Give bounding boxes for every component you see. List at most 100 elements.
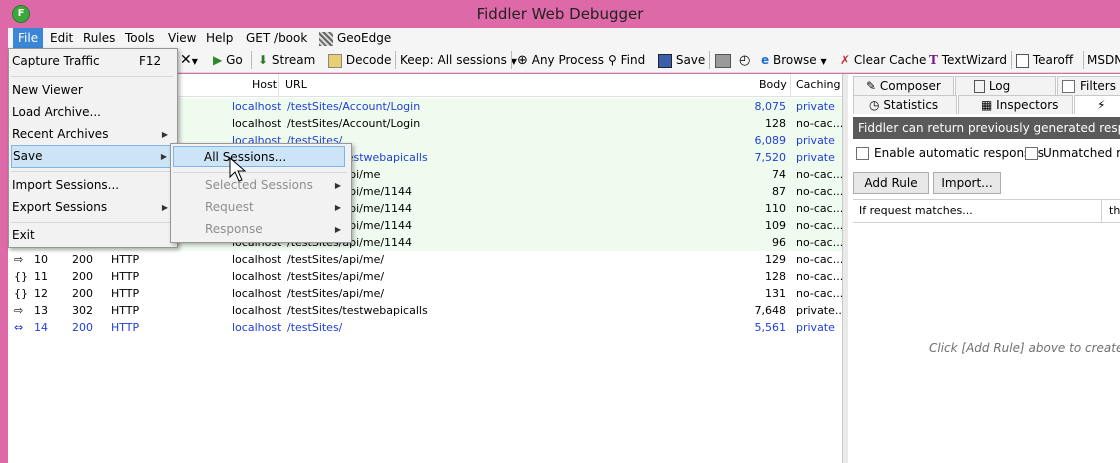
tab-log[interactable]: Log — [955, 76, 1056, 95]
find-button[interactable]: ⚲ Find — [608, 51, 645, 69]
cell-body: 109 — [765, 219, 786, 232]
inspectors-icon: ▦ — [981, 98, 993, 112]
menu-item-save[interactable]: Save ▶ — [11, 145, 174, 168]
tab-autoresponder[interactable]: ⚡ — [1074, 95, 1120, 114]
menu-separator — [11, 76, 173, 77]
submenu-arrow-icon: ▶ — [334, 225, 341, 234]
remove-button[interactable]: ✕▼ — [180, 51, 198, 69]
tab-statistics[interactable]: ◷ Statistics — [853, 95, 957, 114]
menu-geoedge[interactable]: GeoEdge — [314, 28, 396, 48]
floppy-disk-icon — [658, 53, 672, 68]
save-button[interactable]: Save — [658, 51, 705, 69]
any-process-button[interactable]: ⊕ Any Process — [517, 51, 604, 69]
menu-item-response[interactable]: Response ▶ — [173, 219, 347, 240]
unmatched-label: Unmatched requ — [1043, 146, 1120, 160]
menu-separator — [173, 172, 347, 173]
menu-item-new-viewer[interactable]: New Viewer — [11, 80, 174, 101]
cell-caching: no-cac... — [796, 236, 842, 249]
menu-tools[interactable]: Tools — [120, 28, 160, 48]
import-button[interactable]: Import... — [933, 172, 1001, 194]
menu-item-request[interactable]: Request ▶ — [173, 197, 347, 218]
table-row[interactable]: {} 11 200 HTTP localhost/testSites/api/me/12… — [8, 268, 842, 285]
filters-checkbox-icon — [1062, 80, 1075, 93]
column-header-body[interactable]: Body — [759, 74, 787, 96]
table-row[interactable]: {} 12 200 HTTP localhost/testSites/api/me/13… — [8, 285, 842, 302]
menu-get-book[interactable]: GET /book — [241, 28, 312, 48]
cell-url: /testSites/testwebapicalls — [287, 304, 428, 317]
textwizard-button[interactable]: T TextWizard — [929, 51, 1007, 69]
clock-icon: ◴ — [739, 53, 751, 68]
go-button[interactable]: ▶ Go — [213, 51, 243, 69]
menu-item-all-sessions[interactable]: All Sessions... — [173, 146, 345, 167]
cell-url: /testSites/api/me/1144 — [287, 234, 747, 251]
clear-cache-icon: ✗ — [840, 53, 851, 67]
menu-item-import-sessions[interactable]: Import Sessions... — [11, 175, 174, 196]
cell-protocol: HTTP — [111, 287, 140, 300]
keep-dropdown[interactable]: Keep: All sessions ▼ — [400, 51, 517, 69]
enable-automatic-responses-checkbox[interactable]: Enable automatic responses — [856, 146, 1044, 160]
cell-body: 5,561 — [754, 321, 787, 334]
decode-button[interactable]: Decode — [328, 51, 391, 69]
cell-host: localhost — [232, 287, 282, 300]
column-divider — [278, 74, 279, 96]
cell-result: 200 — [72, 270, 93, 283]
column-header-then[interactable]: th — [1109, 200, 1120, 222]
menu-item-capture-traffic[interactable]: Capture Traffic F12 — [11, 51, 174, 72]
cell-host: localhost — [232, 304, 282, 317]
add-rule-button[interactable]: Add Rule — [853, 172, 929, 194]
cell-caching: no-cac... — [796, 270, 842, 283]
cell-body: 74 — [772, 168, 786, 181]
menu-item-export-sessions[interactable]: Export Sessions ▶ — [11, 197, 174, 218]
table-row[interactable]: ⇔ 14 200 HTTP localhost/testSites/5,561 priva… — [8, 319, 842, 336]
msdn-search[interactable]: MSDN — [1087, 51, 1120, 69]
table-row[interactable]: ⇨ 13 302 HTTP localhost/testSites/testwebapi… — [8, 302, 842, 319]
any-process-label: Any Process — [531, 53, 604, 67]
cell-url: /testSites/testwebapicalls — [287, 151, 428, 164]
unmatched-requests-checkbox[interactable]: Unmatched requ — [1025, 146, 1120, 160]
cell-caching: no-cac... — [796, 117, 842, 130]
cell-url: /testSites/ — [287, 321, 343, 334]
tearoff-button[interactable]: Tearoff — [1016, 51, 1073, 69]
clear-cache-button[interactable]: ✗ Clear Cache — [840, 51, 926, 69]
cell-body: 87 — [772, 185, 786, 198]
column-header-url[interactable]: URL — [285, 74, 307, 96]
capture-shortcut: F12 — [139, 54, 162, 68]
textwizard-label: TextWizard — [941, 53, 1007, 67]
mouse-pointer-icon — [229, 157, 247, 182]
tab-log-label: Log — [988, 79, 1011, 93]
remove-x-icon: ✕ — [180, 52, 192, 68]
menu-edit[interactable]: Edit — [45, 28, 78, 48]
cell-number: 14 — [34, 321, 48, 334]
column-header-if-request-matches[interactable]: If request matches... — [859, 200, 973, 222]
menu-item-selected-sessions[interactable]: Selected Sessions ▶ — [173, 175, 347, 196]
cell-result: 200 — [72, 287, 93, 300]
tab-inspectors[interactable]: ▦ Inspectors — [958, 95, 1073, 114]
menu-separator — [11, 222, 173, 223]
clear-cache-label: Clear Cache — [853, 53, 927, 67]
browse-button[interactable]: e Browse ▼ — [761, 51, 827, 69]
menu-help[interactable]: Help — [201, 28, 238, 48]
menu-item-recent-archives[interactable]: Recent Archives ▶ — [11, 124, 174, 145]
request-label: Request — [205, 200, 254, 214]
toolbar-separator — [709, 51, 710, 69]
column-divider — [1101, 200, 1102, 222]
screenshot-button[interactable] — [715, 51, 731, 69]
menu-item-exit[interactable]: Exit — [11, 225, 174, 246]
cell-body: 7,520 — [754, 151, 787, 164]
submenu-arrow-icon: ▶ — [334, 181, 341, 190]
tab-filters[interactable]: Filters — [1057, 76, 1120, 95]
column-header-host[interactable]: Host — [252, 74, 277, 96]
menu-view[interactable]: View — [163, 28, 201, 48]
timer-button[interactable]: ◴ — [739, 51, 750, 69]
cell-number: 12 — [34, 287, 48, 300]
menu-separator — [11, 171, 173, 172]
tab-composer[interactable]: ✎ Composer — [853, 76, 954, 95]
column-header-caching[interactable]: Caching — [796, 74, 840, 96]
menu-item-load-archive[interactable]: Load Archive... — [11, 102, 174, 123]
session-icon: {} — [14, 270, 28, 283]
table-row[interactable]: ⇨ 10 200 HTTP localhost/testSites/api/me/129… — [8, 251, 842, 268]
stream-button[interactable]: ⬇ Stream — [258, 51, 315, 69]
rules-empty-hint: Click [Add Rule] above to create a ru — [929, 341, 1120, 355]
menu-rules[interactable]: Rules — [78, 28, 120, 48]
menu-file[interactable]: File — [13, 28, 44, 48]
